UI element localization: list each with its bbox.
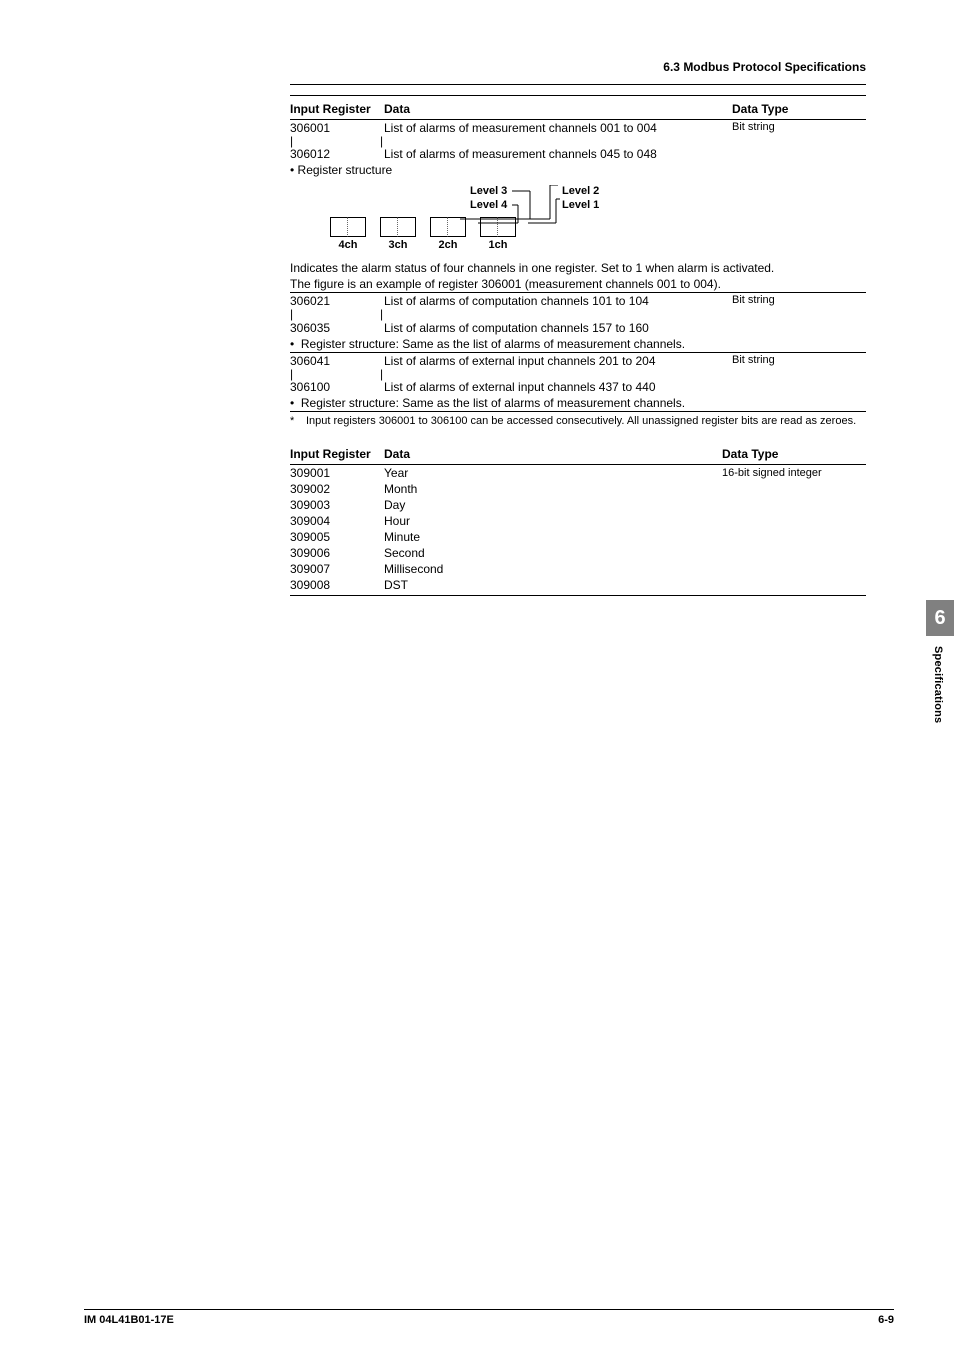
label-2ch: 2ch (430, 239, 466, 251)
table-row: 309001 Year 16-bit signed integer (290, 465, 866, 482)
footer-doc-id: IM 04L41B01-17E (84, 1314, 174, 1326)
label-level2: Level 2 (562, 185, 599, 197)
t2-r1-data: Month (384, 481, 722, 497)
table-row: || (290, 369, 866, 379)
register-structure-figure: Level 3 Level 4 Level 2 Level 1 (290, 185, 862, 251)
page-footer: IM 04L41B01-17E 6-9 (84, 1309, 894, 1326)
t1-bullet2: • Register structure: Same as the list o… (290, 336, 866, 353)
table-row: 306035 List of alarms of computation cha… (290, 320, 866, 336)
table-row: 309006 Second (290, 545, 866, 561)
label-1ch: 1ch (480, 239, 516, 251)
label-3ch: 3ch (380, 239, 416, 251)
vert-bar-icon: | (290, 137, 380, 145)
t2-r6-data: Millisecond (384, 561, 722, 577)
t2-head-register: Input Register (290, 445, 384, 465)
input-register-table-1: Input Register Data Data Type 306001 Lis… (290, 100, 866, 411)
t1-head-type: Data Type (732, 100, 866, 120)
chapter-label: Specifications (932, 646, 944, 723)
t1-r1-reg: 306001 (290, 120, 384, 137)
table-row: 306001 List of alarms of measurement cha… (290, 120, 866, 137)
table-row: 309005 Minute (290, 529, 866, 545)
footnote-asterisk: * (290, 415, 306, 427)
side-tab: 6 Specifications (922, 600, 954, 800)
t1-desc1: Indicates the alarm status of four chann… (290, 260, 866, 276)
table-row: 309004 Hour (290, 513, 866, 529)
t1-bullet3-text: Register structure: Same as the list of … (301, 396, 685, 410)
t2-r1-reg: 309002 (290, 481, 384, 497)
table-row: 306100 List of alarms of external input … (290, 379, 866, 395)
t2-r0-data: Year (384, 465, 722, 482)
table-row: 306012 List of alarms of measurement cha… (290, 146, 866, 162)
vert-bar-icon: | (380, 310, 383, 318)
table-row: 309003 Day (290, 497, 866, 513)
table-row: || (290, 136, 866, 146)
label-level3: Level 3 (470, 185, 507, 197)
t2-head-data: Data (384, 445, 722, 465)
table-row: 309002 Month (290, 481, 866, 497)
t2-r7-type (722, 577, 866, 596)
t2-r0-reg: 309001 (290, 465, 384, 482)
t2-r6-reg: 309007 (290, 561, 384, 577)
t1-desc2: The figure is an example of register 306… (290, 276, 866, 293)
t2-r3-reg: 309004 (290, 513, 384, 529)
t1-bullet3: • Register structure: Same as the list o… (290, 395, 866, 411)
t2-r2-reg: 309003 (290, 497, 384, 513)
t1-r3-data: List of alarms of computation channels 1… (384, 293, 732, 310)
table-row: 306021 List of alarms of computation cha… (290, 293, 866, 310)
t1-head-register: Input Register (290, 100, 384, 120)
table-row: || (290, 309, 866, 319)
t1-bullet2-text: Register structure: Same as the list of … (301, 337, 685, 351)
input-register-table-2: Input Register Data Data Type 309001 Yea… (290, 445, 866, 596)
t1-head-data: Data (384, 100, 732, 120)
footnote: * Input registers 306001 to 306100 can b… (290, 411, 866, 427)
t1-r5-data: List of alarms of external input channel… (384, 352, 732, 369)
chapter-number: 6 (926, 600, 954, 636)
footnote-text: Input registers 306001 to 306100 can be … (306, 415, 866, 427)
t2-r0-type: 16-bit signed integer (722, 465, 866, 482)
t1-r5-reg: 306041 (290, 352, 384, 369)
footer-page-number: 6-9 (878, 1314, 894, 1326)
t2-r7-reg: 309008 (290, 577, 384, 596)
t1-r3-type: Bit string (732, 293, 866, 310)
t2-r4-data: Minute (384, 529, 722, 545)
t2-r1-type (722, 481, 866, 497)
t1-r5-type: Bit string (732, 352, 866, 369)
section-heading: 6.3 Modbus Protocol Specifications (290, 60, 866, 78)
t2-r4-reg: 309005 (290, 529, 384, 545)
t1-r4-reg: 306035 (290, 320, 384, 336)
t1-r4-data: List of alarms of computation channels 1… (384, 320, 732, 336)
t1-r6-reg: 306100 (290, 379, 384, 395)
t2-r7-data: DST (384, 577, 722, 596)
t2-r4-type (722, 529, 866, 545)
t2-r2-data: Day (384, 497, 722, 513)
vert-bar-icon: | (380, 137, 383, 145)
t2-r3-data: Hour (384, 513, 722, 529)
t1-r1-type: Bit string (732, 120, 866, 137)
t1-bullet-register-structure: • Register structure (290, 162, 866, 178)
label-level1: Level 1 (562, 199, 599, 211)
t2-r2-type (722, 497, 866, 513)
table-row: 306041 List of alarms of external input … (290, 352, 866, 369)
t2-head-type: Data Type (722, 445, 866, 465)
t1-r2-data: List of alarms of measurement channels 0… (384, 146, 732, 162)
label-level4: Level 4 (470, 199, 507, 211)
t1-r3-reg: 306021 (290, 293, 384, 310)
table-row: 309007 Millisecond (290, 561, 866, 577)
t2-r5-data: Second (384, 545, 722, 561)
t2-r5-reg: 309006 (290, 545, 384, 561)
vert-bar-icon: | (290, 370, 380, 378)
t1-r2-reg: 306012 (290, 146, 384, 162)
table-row: 309008 DST (290, 577, 866, 596)
t2-r5-type (722, 545, 866, 561)
vert-bar-icon: | (290, 310, 380, 318)
t1-r1-data: List of alarms of measurement channels 0… (384, 120, 732, 137)
t2-r6-type (722, 561, 866, 577)
t1-r6-data: List of alarms of external input channel… (384, 379, 732, 395)
t2-r3-type (722, 513, 866, 529)
vert-bar-icon: | (380, 370, 383, 378)
label-4ch: 4ch (330, 239, 366, 251)
